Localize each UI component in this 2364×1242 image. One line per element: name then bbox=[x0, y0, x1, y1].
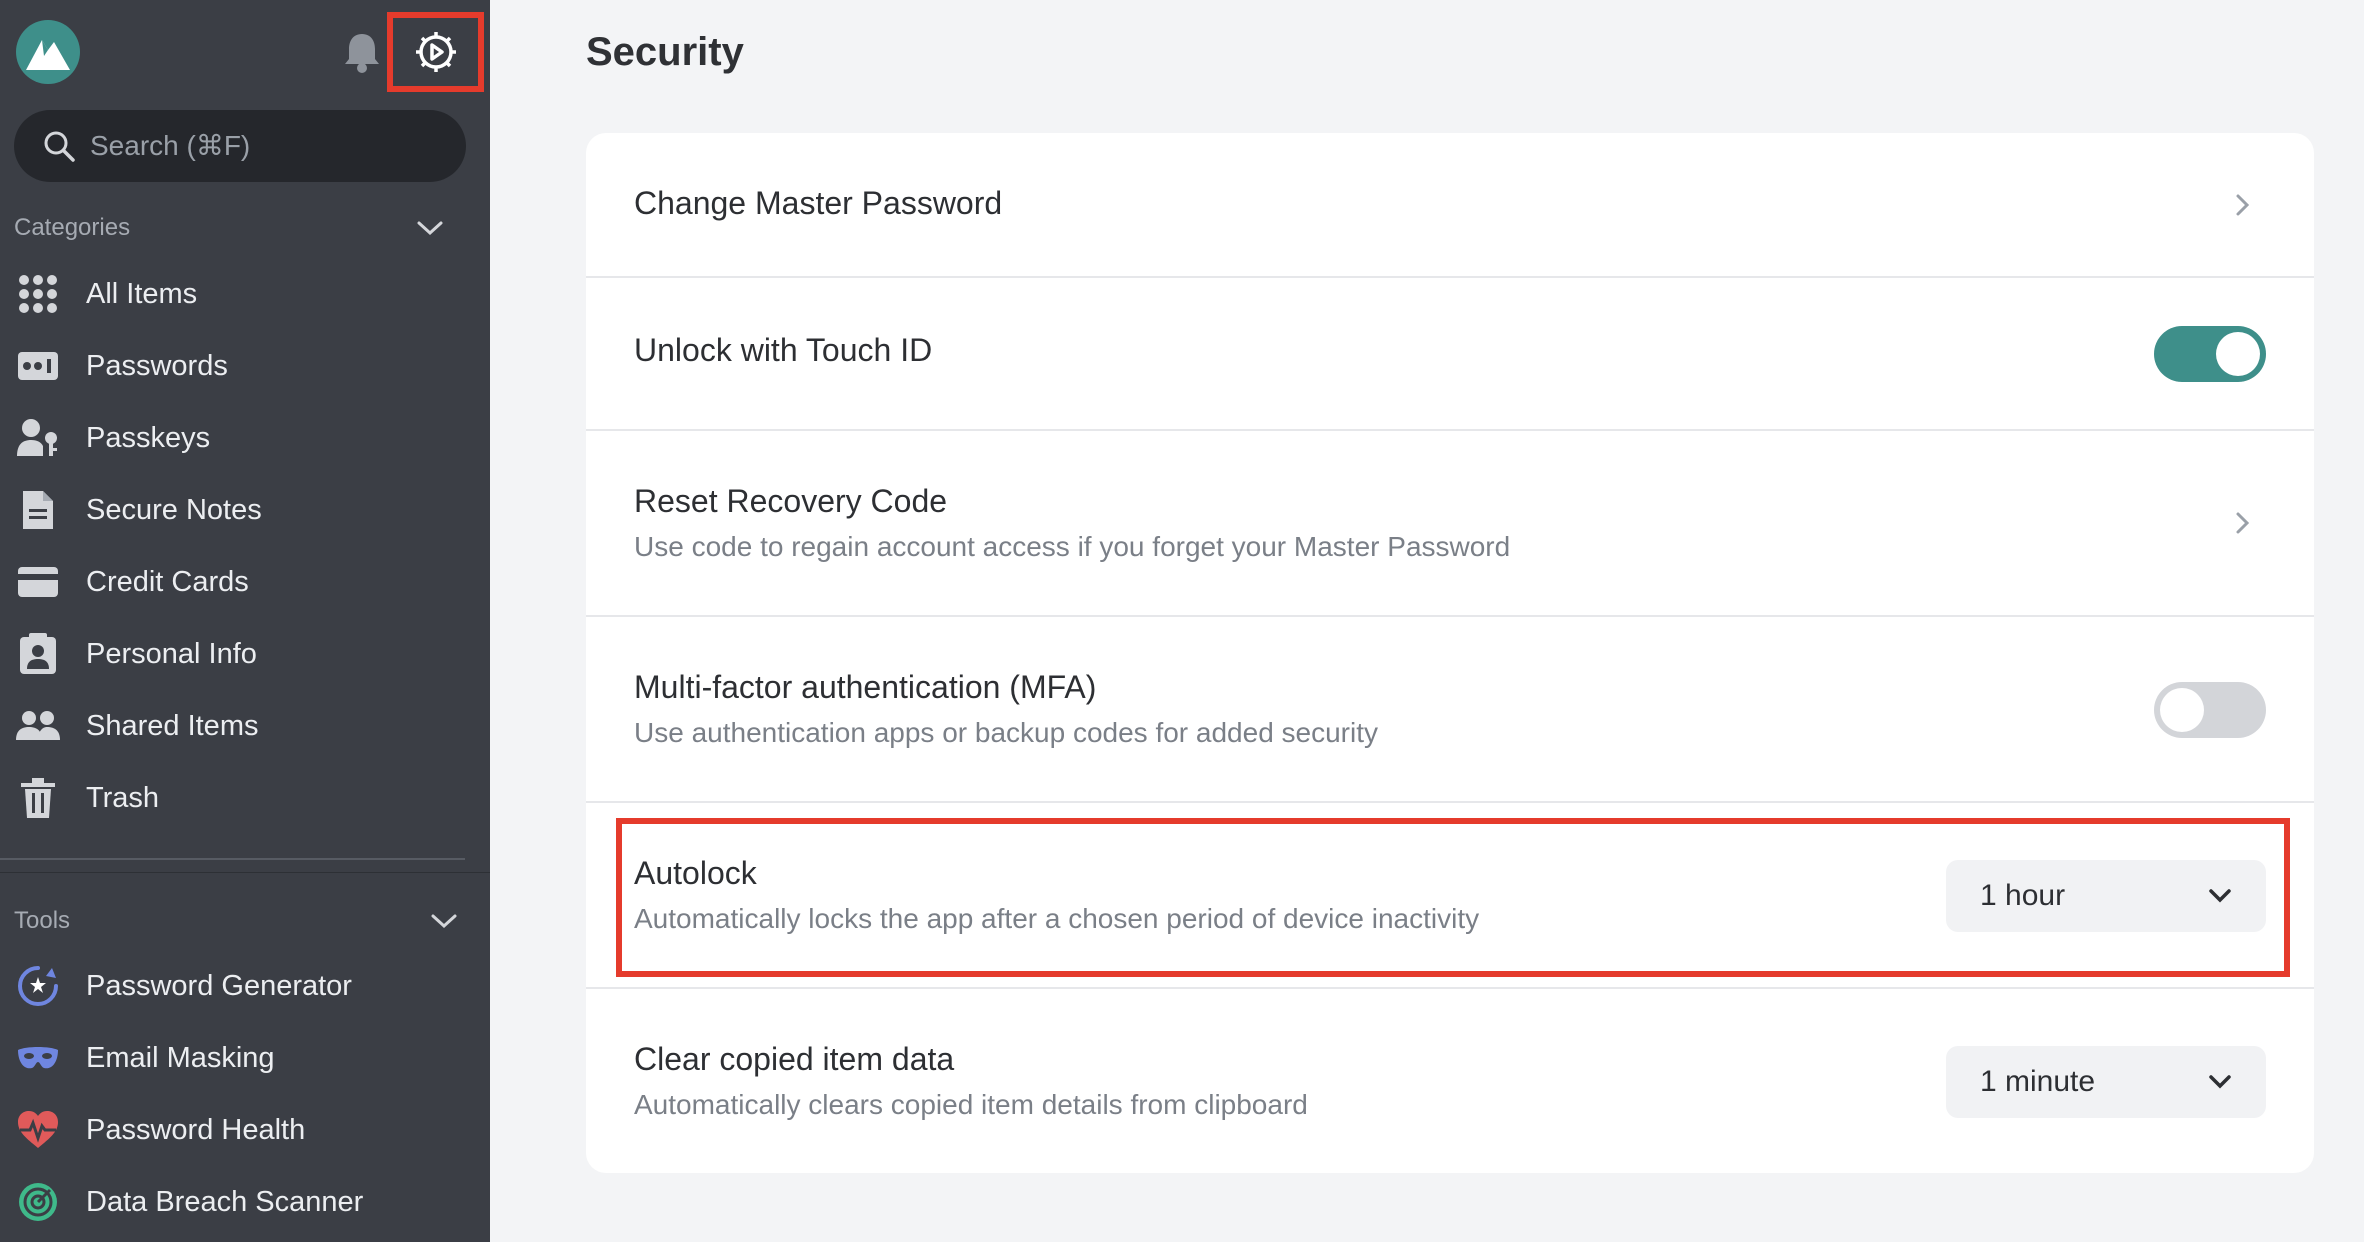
chevron-right-icon bbox=[2236, 512, 2250, 534]
toggle-knob bbox=[2216, 332, 2260, 376]
sidebar-item-label: Secure Notes bbox=[86, 493, 262, 526]
setting-row-autolock: Autolock Automatically locks the app aft… bbox=[586, 803, 2314, 989]
mask-icon bbox=[16, 1036, 60, 1080]
radar-icon bbox=[16, 1180, 60, 1224]
toggle-knob bbox=[2160, 688, 2204, 732]
settings-button[interactable] bbox=[387, 12, 484, 92]
sidebar-divider-shadow bbox=[0, 872, 490, 873]
setting-row-mfa: Multi-factor authentication (MFA) Use au… bbox=[586, 617, 2314, 803]
setting-row-reset-recovery-code[interactable]: Reset Recovery Code Use code to regain a… bbox=[586, 431, 2314, 617]
bell-icon[interactable] bbox=[336, 26, 388, 78]
sidebar-item-label: All Items bbox=[86, 277, 198, 310]
sidebar-item-label: Password Generator bbox=[86, 969, 352, 1002]
tools-header[interactable]: Tools bbox=[14, 901, 458, 941]
sidebar-item-personal-info[interactable]: Personal Info bbox=[0, 618, 490, 690]
credit-card-icon bbox=[16, 560, 60, 604]
search-icon bbox=[44, 131, 75, 162]
setting-subtitle: Automatically locks the app after a chos… bbox=[634, 903, 1480, 934]
main-content: Security Change Master Password Unlock w… bbox=[490, 0, 2364, 1242]
sidebar-item-trash[interactable]: Trash bbox=[0, 762, 490, 834]
setting-row-clear-copied-data: Clear copied item data Automatically cle… bbox=[586, 989, 2314, 1173]
sidebar-item-email-masking[interactable]: Email Masking bbox=[0, 1022, 490, 1094]
setting-subtitle: Use authentication apps or backup codes … bbox=[634, 717, 1379, 748]
sidebar-item-passwords[interactable]: Passwords bbox=[0, 330, 490, 402]
sidebar-item-label: Passkeys bbox=[86, 421, 211, 454]
page-title: Security bbox=[586, 30, 744, 74]
passkey-icon bbox=[16, 416, 60, 460]
chevron-right-icon bbox=[2236, 194, 2250, 216]
setting-subtitle: Use code to regain account access if you… bbox=[634, 531, 1511, 562]
sidebar-item-password-health[interactable]: Password Health bbox=[0, 1094, 490, 1166]
autolock-select[interactable]: 1 hour bbox=[1946, 860, 2266, 932]
password-icon bbox=[16, 344, 60, 388]
id-card-icon bbox=[16, 632, 60, 676]
sidebar: Categories All Items Passwords Passkeys bbox=[0, 0, 490, 1242]
setting-title: Unlock with Touch ID bbox=[634, 332, 933, 368]
sidebar-item-label: Data Breach Scanner bbox=[86, 1185, 364, 1218]
sidebar-item-label: Credit Cards bbox=[86, 565, 249, 598]
chevron-down-icon[interactable] bbox=[430, 911, 458, 931]
search-bar[interactable] bbox=[14, 110, 466, 182]
chevron-down-icon bbox=[2209, 889, 2231, 903]
setting-title: Multi-factor authentication (MFA) bbox=[634, 669, 1097, 705]
sidebar-item-password-generator[interactable]: Password Generator bbox=[0, 950, 490, 1022]
sidebar-divider bbox=[0, 858, 465, 860]
sidebar-item-label: Passwords bbox=[86, 349, 228, 382]
mfa-toggle[interactable] bbox=[2154, 682, 2266, 738]
touch-id-toggle[interactable] bbox=[2154, 326, 2266, 382]
select-value: 1 minute bbox=[1980, 1065, 2096, 1098]
sidebar-item-data-breach-scanner[interactable]: Data Breach Scanner bbox=[0, 1166, 490, 1238]
note-icon bbox=[16, 488, 60, 532]
sidebar-item-label: Shared Items bbox=[86, 709, 259, 742]
setting-title: Reset Recovery Code bbox=[634, 483, 948, 519]
setting-title: Change Master Password bbox=[634, 185, 1003, 221]
heart-pulse-icon bbox=[16, 1108, 60, 1152]
gear-icon bbox=[415, 32, 456, 72]
tools-label: Tools bbox=[14, 907, 71, 934]
sidebar-item-label: Personal Info bbox=[86, 637, 257, 670]
chevron-down-icon bbox=[2209, 1075, 2231, 1089]
tools-nav: Password Generator Email Masking Passwor… bbox=[0, 950, 490, 1238]
security-settings-card: Change Master Password Unlock with Touch… bbox=[586, 133, 2314, 1173]
sidebar-item-label: Email Masking bbox=[86, 1041, 275, 1074]
sidebar-item-credit-cards[interactable]: Credit Cards bbox=[0, 546, 490, 618]
categories-nav: All Items Passwords Passkeys Secure Note… bbox=[0, 258, 490, 834]
setting-title: Clear copied item data bbox=[634, 1041, 955, 1077]
sidebar-item-passkeys[interactable]: Passkeys bbox=[0, 402, 490, 474]
categories-header[interactable]: Categories bbox=[14, 208, 444, 248]
chevron-down-icon[interactable] bbox=[416, 218, 444, 238]
setting-subtitle: Automatically clears copied item details… bbox=[634, 1089, 1308, 1120]
generator-icon bbox=[16, 964, 60, 1008]
sidebar-item-shared-items[interactable]: Shared Items bbox=[0, 690, 490, 762]
trash-icon bbox=[16, 776, 60, 820]
categories-label: Categories bbox=[14, 214, 131, 241]
sidebar-item-all-items[interactable]: All Items bbox=[0, 258, 490, 330]
sidebar-item-secure-notes[interactable]: Secure Notes bbox=[0, 474, 490, 546]
select-value: 1 hour bbox=[1980, 879, 2066, 912]
clear-copied-select[interactable]: 1 minute bbox=[1946, 1046, 2266, 1118]
app-logo bbox=[16, 20, 80, 84]
sidebar-item-label: Trash bbox=[86, 781, 160, 814]
users-icon bbox=[16, 704, 60, 748]
grid-icon bbox=[16, 272, 60, 316]
sidebar-item-label: Password Health bbox=[86, 1113, 306, 1146]
setting-title: Autolock bbox=[634, 855, 757, 891]
setting-row-touch-id: Unlock with Touch ID bbox=[586, 278, 2314, 431]
search-input[interactable] bbox=[88, 129, 428, 163]
setting-row-change-master-password[interactable]: Change Master Password bbox=[586, 133, 2314, 278]
